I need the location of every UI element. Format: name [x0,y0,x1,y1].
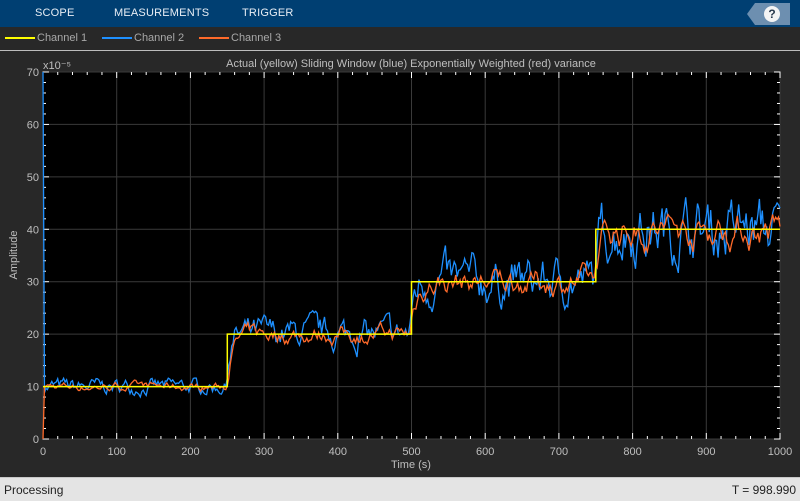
x-tick-label: 100 [108,446,126,458]
legend-swatch [5,37,35,40]
y-tick-label: 50 [27,172,39,184]
time-readout: T = 998.990 [731,483,796,497]
x-tick-label: 800 [623,446,641,458]
tab-scope[interactable]: SCOPE [35,0,75,27]
legend-item-channel-3[interactable]: Channel 3 [199,27,281,50]
x-tick-label: 700 [550,446,568,458]
tab-trigger[interactable]: TRIGGER [242,0,294,27]
legend-swatch [199,37,229,40]
y-tick-label: 60 [27,119,39,131]
y-tick-label: 70 [27,67,39,79]
y-tick-label: 30 [27,277,39,289]
toolstrip: SCOPE MEASUREMENTS TRIGGER ? [0,0,800,27]
legend: Channel 1 Channel 2 Channel 3 [0,27,800,51]
status-bar: Processing T = 998.990 [0,477,800,501]
x-axis-label: Time (s) [391,459,431,471]
legend-label: Channel 2 [134,32,185,44]
chart-title: Actual (yellow) Sliding Window (blue) Ex… [226,58,596,70]
x-tick-label: 900 [697,446,715,458]
x-tick-label: 0 [40,446,46,458]
x-tick-label: 300 [255,446,273,458]
chart: Actual (yellow) Sliding Window (blue) Ex… [8,58,792,471]
y-tick-label: 0 [33,434,39,446]
x-tick-label: 400 [329,446,347,458]
y-tick-label: 40 [27,224,39,236]
y-tick-label: 20 [27,329,39,341]
y-axis-label: Amplitude [8,231,20,280]
help-button[interactable]: ? [747,3,790,25]
tab-measurements[interactable]: MEASUREMENTS [114,0,209,27]
y-tick-label: 10 [27,382,39,394]
legend-item-channel-2[interactable]: Channel 2 [102,27,184,50]
status-text: Processing [4,483,64,497]
x-tick-label: 1000 [768,446,792,458]
legend-label: Channel 1 [37,32,88,44]
legend-item-channel-1[interactable]: Channel 1 [5,27,87,50]
help-icon: ? [764,6,780,22]
x-tick-label: 600 [476,446,494,458]
legend-swatch [102,37,132,40]
y-exponent: x10⁻⁵ [43,60,71,72]
x-tick-label: 500 [402,446,420,458]
x-tick-label: 200 [181,446,199,458]
legend-label: Channel 3 [231,32,282,44]
